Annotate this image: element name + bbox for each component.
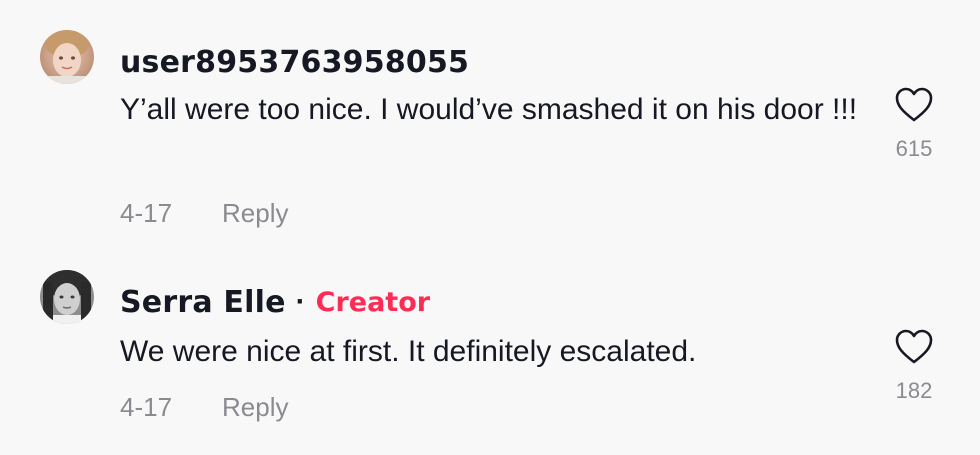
reply-button[interactable]: Reply bbox=[222, 198, 288, 229]
comment-text: Y’all were too nice. I would’ve smashed … bbox=[120, 93, 858, 126]
comment-text: We were nice at first. It definitely esc… bbox=[120, 335, 697, 368]
avatar[interactable] bbox=[40, 30, 94, 84]
like-count: 182 bbox=[895, 378, 933, 403]
like-count: 615 bbox=[895, 136, 933, 161]
like-button[interactable]: 615 bbox=[886, 86, 942, 162]
heart-outline-icon[interactable] bbox=[894, 328, 934, 366]
comment-item: user8953763958055 Y’all were too nice. I… bbox=[0, 0, 980, 260]
comment-date: 4-17 bbox=[120, 198, 173, 228]
avatar-image bbox=[40, 270, 94, 324]
username-row: user8953763958055 bbox=[120, 40, 469, 84]
creator-badge: Creator bbox=[315, 286, 431, 318]
avatar-image bbox=[40, 30, 94, 84]
reply-button[interactable]: Reply bbox=[222, 392, 288, 423]
comment-date: 4-17 bbox=[120, 392, 173, 422]
comment-item: Serra Elle · Creator We were nice at fir… bbox=[0, 260, 980, 455]
avatar[interactable] bbox=[40, 270, 94, 324]
username[interactable]: Serra Elle bbox=[120, 285, 286, 320]
separator-dot: · bbox=[295, 285, 306, 318]
comment-meta: 4-17 Reply bbox=[120, 392, 288, 423]
username[interactable]: user8953763958055 bbox=[120, 45, 469, 80]
heart-outline-icon[interactable] bbox=[894, 86, 934, 124]
username-row: Serra Elle · Creator bbox=[120, 280, 430, 324]
comment-meta: 4-17 Reply bbox=[120, 198, 288, 229]
like-button[interactable]: 182 bbox=[886, 328, 942, 404]
